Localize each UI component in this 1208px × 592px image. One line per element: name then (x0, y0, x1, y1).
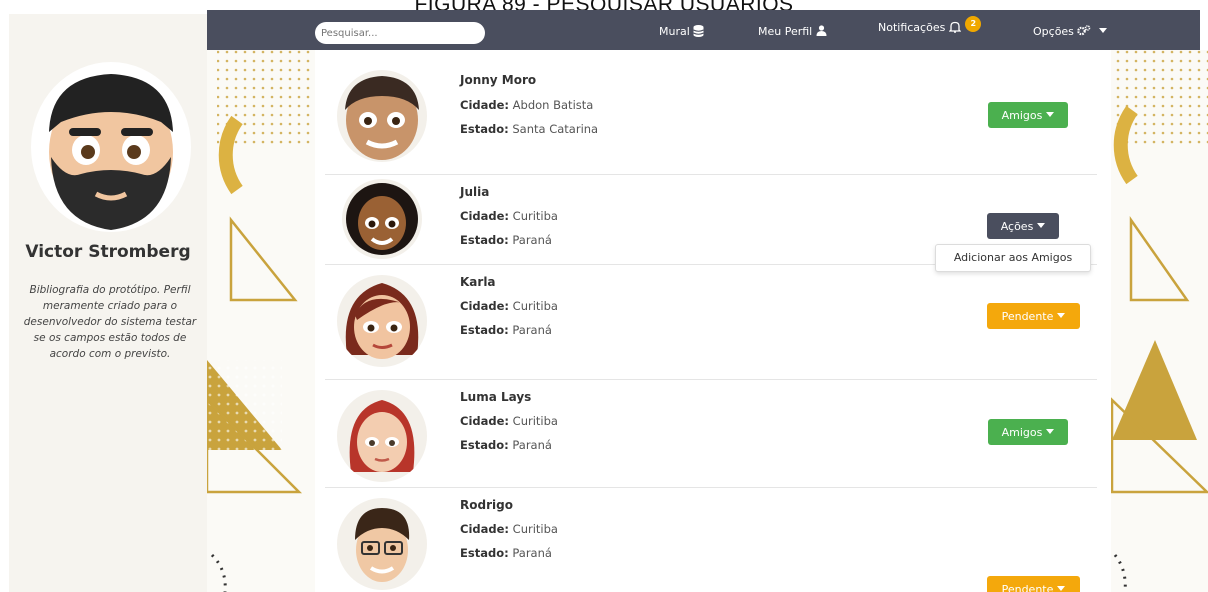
user-avatar (337, 390, 427, 482)
user-state: Estado: Paraná (460, 546, 552, 560)
database-icon (693, 25, 705, 38)
user-avatar (337, 498, 427, 590)
state-value: Paraná (512, 438, 552, 452)
state-value: Paraná (512, 233, 552, 247)
amigos-button[interactable]: Amigos (988, 102, 1068, 128)
list-item: Rodrigo Cidade: Curitiba Estado: Paraná … (315, 488, 1111, 592)
city-value: Curitiba (512, 209, 558, 223)
amigos-label: Amigos (1001, 425, 1043, 439)
pendente-button[interactable]: Pendente (987, 303, 1080, 329)
city-label: Cidade: (460, 209, 510, 223)
gears-icon (1077, 25, 1095, 38)
city-label: Cidade: (460, 522, 510, 536)
nav-meu-perfil-label: Meu Perfil (758, 25, 813, 38)
state-value: Paraná (512, 323, 552, 337)
nav-notificacoes-label: Notificações (878, 21, 946, 34)
list-item: Karla Cidade: Curitiba Estado: Paraná Pe… (315, 265, 1111, 380)
acoes-dropdown-menu: Adicionar aos Amigos (935, 244, 1091, 272)
nav-mural[interactable]: Mural (659, 25, 705, 38)
user-name: Karla (460, 275, 496, 289)
bell-icon (948, 21, 965, 34)
city-value: Curitiba (512, 414, 558, 428)
profile-avatar (31, 62, 191, 232)
user-name: Rodrigo (460, 498, 513, 512)
state-label: Estado: (460, 323, 509, 337)
profile-name: Victor Stromberg (25, 242, 191, 262)
pendente-label: Pendente (1001, 309, 1054, 323)
user-state: Estado: Paraná (460, 233, 552, 247)
profile-panel: Victor Stromberg Bibliografia do protóti… (9, 14, 207, 592)
nav-opcoes-label: Opções (1033, 25, 1074, 38)
user-city: Cidade: Curitiba (460, 414, 558, 428)
acoes-label: Ações (1000, 219, 1034, 233)
city-label: Cidade: (460, 414, 510, 428)
user-list: Jonny Moro Cidade: Abdon Batista Estado:… (315, 50, 1111, 592)
user-name: Jonny Moro (460, 73, 537, 87)
pendente-label: Pendente (1001, 582, 1054, 592)
city-value: Curitiba (512, 299, 558, 313)
user-avatar (337, 275, 427, 367)
user-city: Cidade: Curitiba (460, 522, 558, 536)
state-label: Estado: (460, 438, 509, 452)
nav-opcoes[interactable]: Opções (1033, 25, 1107, 38)
menu-item-adicionar-amigos[interactable]: Adicionar aos Amigos (954, 251, 1072, 264)
profile-bio: Bibliografia do protótipo. Perfil merame… (23, 284, 197, 360)
nav-meu-perfil[interactable]: Meu Perfil (758, 25, 827, 38)
amigos-button[interactable]: Amigos (988, 419, 1068, 445)
pendente-button[interactable]: Pendente (987, 576, 1080, 592)
state-label: Estado: (460, 546, 509, 560)
notification-badge: 2 (965, 16, 982, 32)
user-icon (816, 25, 827, 38)
state-value: Paraná (512, 546, 552, 560)
city-label: Cidade: (460, 299, 510, 313)
user-name: Julia (460, 185, 490, 199)
user-city: Cidade: Curitiba (460, 299, 558, 313)
search-input[interactable] (315, 22, 485, 44)
state-label: Estado: (460, 122, 509, 136)
chevron-down-icon (1046, 111, 1055, 117)
user-name: Luma Lays (460, 390, 532, 404)
user-city: Cidade: Curitiba (460, 209, 558, 223)
user-state: Estado: Santa Catarina (460, 122, 598, 136)
user-city: Cidade: Abdon Batista (460, 98, 593, 112)
nav-mural-label: Mural (659, 25, 690, 38)
user-avatar (342, 179, 422, 259)
list-item: Luma Lays Cidade: Curitiba Estado: Paran… (315, 380, 1111, 488)
chevron-down-icon (1057, 585, 1066, 591)
list-item: Jonny Moro Cidade: Abdon Batista Estado:… (315, 50, 1111, 175)
chevron-down-icon (1098, 28, 1107, 33)
user-state: Estado: Paraná (460, 438, 552, 452)
page: FIGURA 89 - PESQUISAR USUÁRIOS (0, 0, 1208, 592)
city-value: Curitiba (512, 522, 558, 536)
nav-notificacoes[interactable]: Notificações 2 (878, 16, 982, 37)
city-value: Abdon Batista (512, 98, 594, 112)
user-avatar (337, 70, 427, 162)
city-label: Cidade: (460, 98, 510, 112)
top-navbar: Mural Meu Perfil Notificações 2 Opções (207, 10, 1200, 50)
chevron-down-icon (1037, 222, 1046, 228)
chevron-down-icon (1046, 428, 1055, 434)
acoes-button[interactable]: Ações (987, 213, 1059, 239)
amigos-label: Amigos (1001, 108, 1043, 122)
user-state: Estado: Paraná (460, 323, 552, 337)
state-value: Santa Catarina (512, 122, 599, 136)
chevron-down-icon (1057, 312, 1066, 318)
state-label: Estado: (460, 233, 509, 247)
